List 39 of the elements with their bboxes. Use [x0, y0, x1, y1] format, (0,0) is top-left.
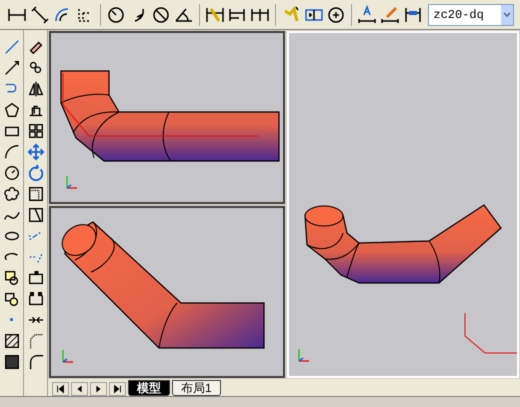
ray-icon[interactable]	[2, 59, 20, 77]
rotate-icon[interactable]	[26, 164, 44, 182]
mirror-icon[interactable]	[26, 80, 44, 98]
polyline-drawing	[464, 312, 517, 354]
array-icon[interactable]	[26, 122, 44, 140]
hatch-icon[interactable]	[2, 332, 20, 350]
break-icon[interactable]	[26, 290, 44, 308]
ucs-icon	[298, 349, 309, 362]
viewport[interactable]	[49, 206, 285, 378]
next-tab-icon[interactable]	[90, 382, 107, 396]
arc-icon[interactable]	[2, 143, 20, 161]
ucs-icon	[66, 176, 77, 189]
scale-icon[interactable]	[26, 185, 44, 203]
stretch-icon[interactable]	[26, 206, 44, 224]
layout-tab[interactable]: 布局1	[172, 380, 221, 396]
first-tab-icon[interactable]	[52, 382, 69, 396]
aligned-dimension-icon[interactable]	[30, 4, 50, 24]
pipe-end-icon	[62, 224, 96, 256]
move-icon[interactable]	[26, 143, 44, 161]
viewport[interactable]	[49, 31, 285, 204]
layout-tab[interactable]: 模型	[128, 380, 170, 396]
circle-icon[interactable]	[2, 164, 20, 182]
last-tab-icon[interactable]	[109, 382, 126, 396]
text-dimension-icon[interactable]	[357, 4, 377, 24]
cloud-icon[interactable]	[2, 185, 20, 203]
dimension-style-dropdown[interactable]: zc20-dq	[428, 4, 514, 26]
insert-block-icon[interactable]	[2, 269, 20, 287]
pipe-end-icon	[304, 206, 344, 226]
gradient-icon[interactable]	[2, 353, 20, 371]
center-mark-icon[interactable]	[326, 4, 346, 24]
line-icon[interactable]	[2, 38, 20, 56]
ucs-icon	[62, 350, 73, 363]
radius-icon[interactable]	[106, 4, 126, 24]
previous-tab-icon[interactable]	[71, 382, 88, 396]
break-at-point-icon[interactable]	[26, 269, 44, 287]
diameter-icon[interactable]	[151, 4, 172, 24]
make-block-icon[interactable]	[2, 290, 20, 308]
polygon-icon[interactable]	[2, 101, 20, 119]
edit-dimension-icon[interactable]	[380, 4, 400, 24]
